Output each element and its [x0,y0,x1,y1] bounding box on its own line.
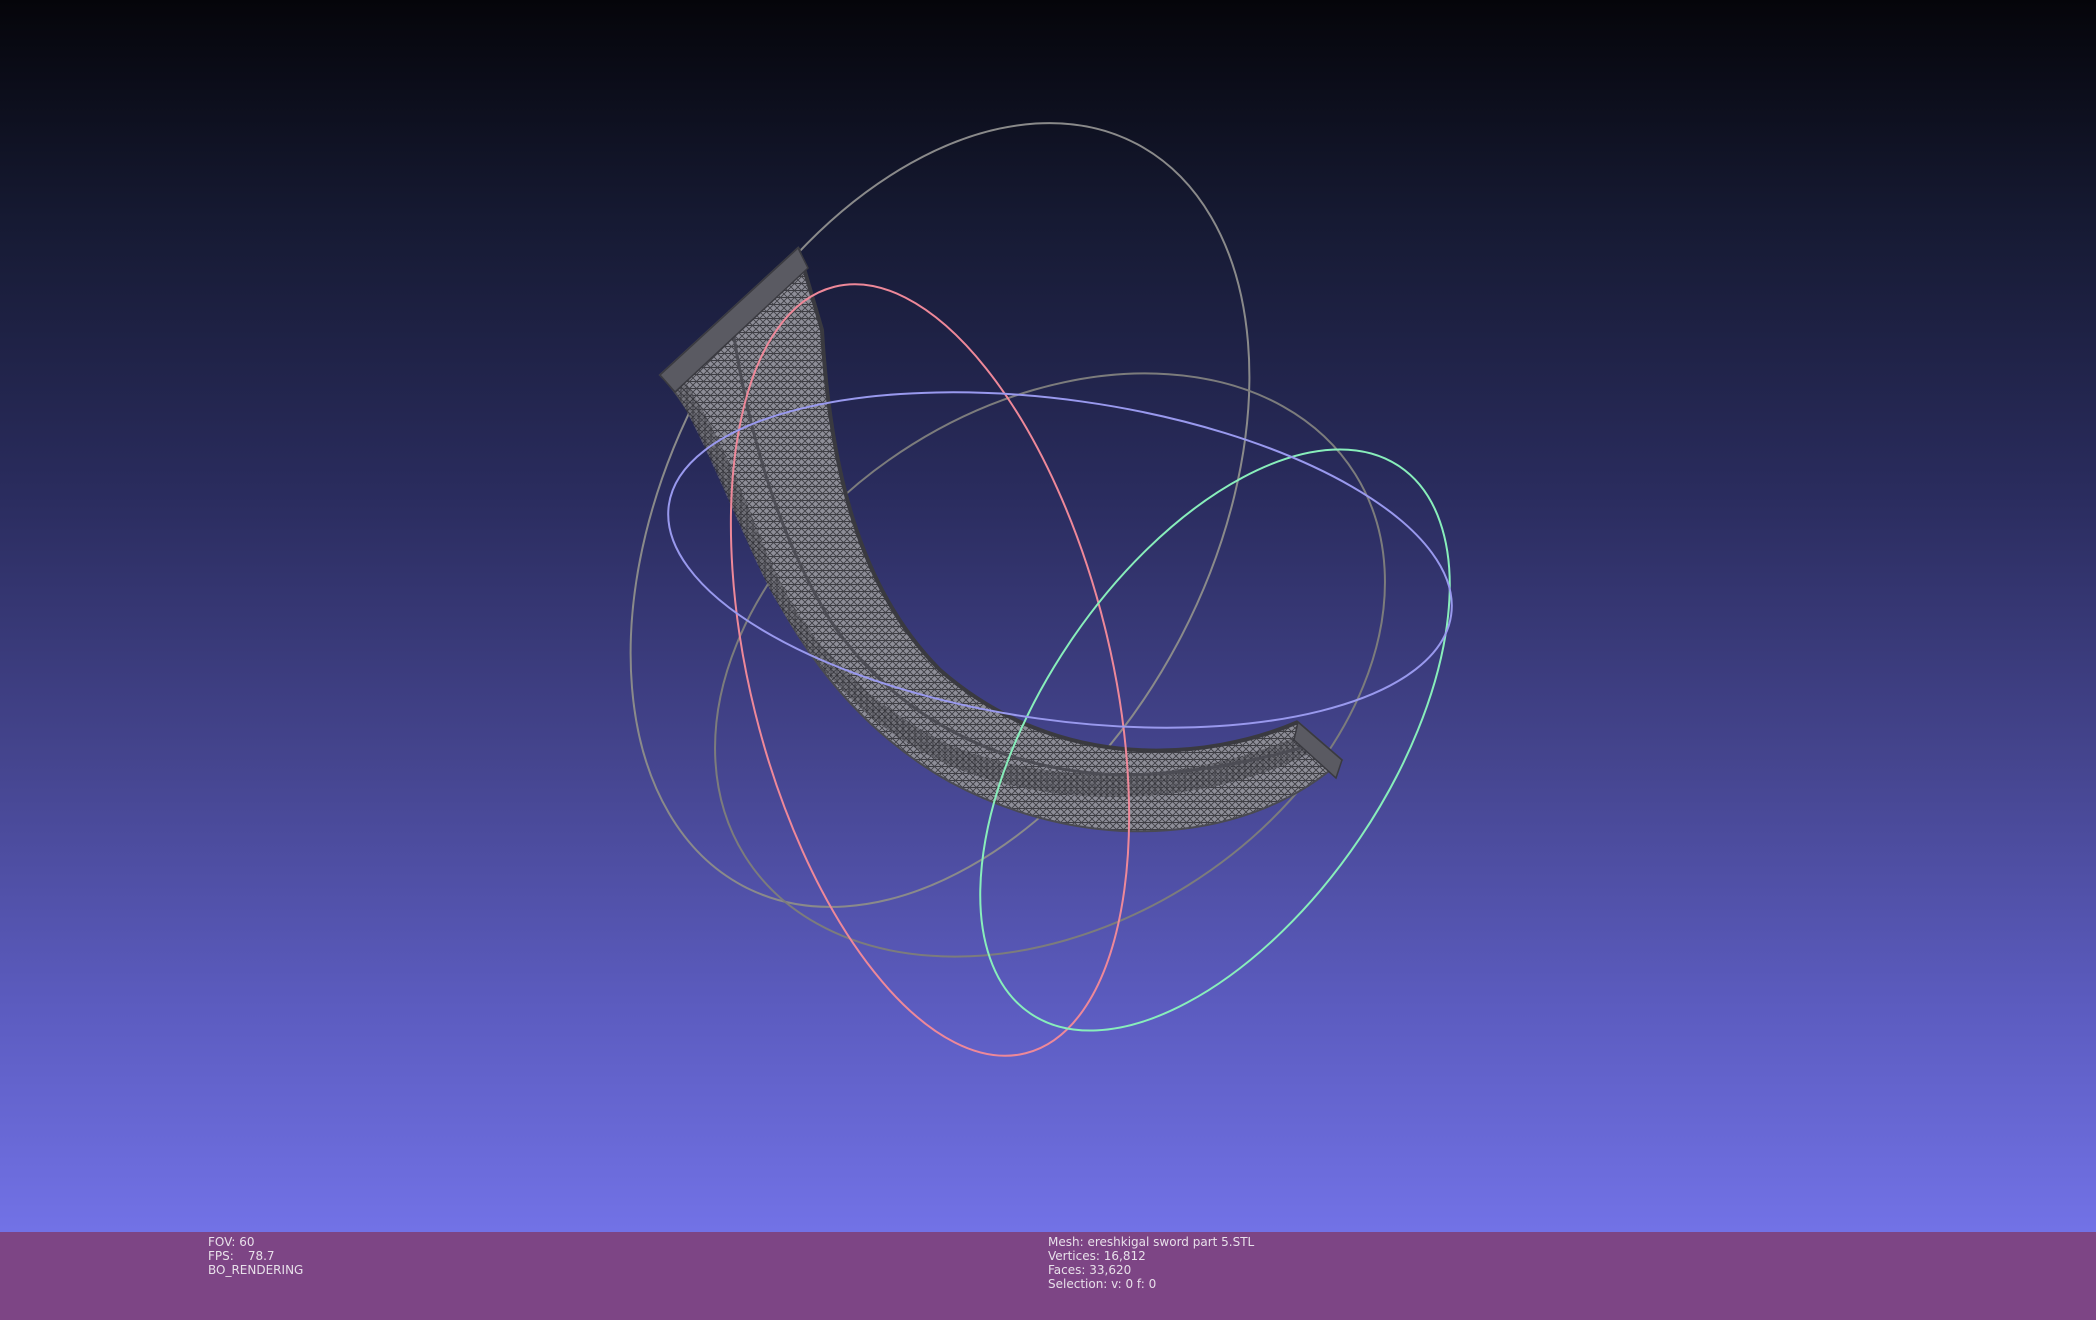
3d-viewport[interactable] [0,0,2096,1232]
faces-readout: Faces: 33,620 [1048,1263,1132,1277]
selection-readout: Selection: v: 0 f: 0 [1048,1277,1157,1291]
mesh-name-readout: Mesh: ereshkigal sword part 5.STL [1048,1235,1255,1249]
render-info-panel: FOV: 60 FPS: 78.7 BO_RENDERING [208,1235,303,1277]
scene-canvas[interactable] [0,0,2096,1232]
render-mode: BO_RENDERING [208,1263,304,1277]
mesh-info-panel: Mesh: ereshkigal sword part 5.STL Vertic… [1048,1235,1254,1291]
fov-readout: FOV: 60 [208,1235,255,1249]
status-bar: FOV: 60 FPS: 78.7 BO_RENDERING Mesh: eres… [0,1232,2096,1320]
fps-readout: FPS: 78.7 [208,1249,275,1263]
vertices-readout: Vertices: 16,812 [1048,1249,1146,1263]
mesh-model[interactable] [658,246,1344,833]
mesh-outer-surface [658,246,1344,833]
trackball-ring-gray-1 [629,122,1251,908]
